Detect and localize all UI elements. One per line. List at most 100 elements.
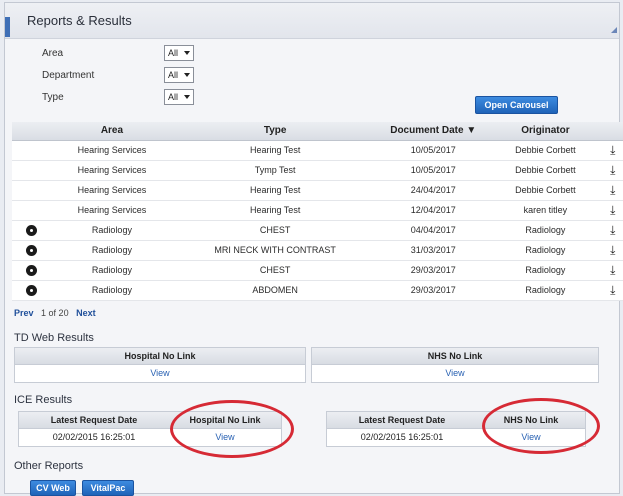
td-nhs-header: NHS No Link xyxy=(312,348,598,365)
area-select-value: All xyxy=(168,48,179,58)
radiation-icon xyxy=(25,224,37,236)
row-originator: karen titley xyxy=(489,200,602,221)
row-icon-cell xyxy=(12,140,51,161)
row-date: 31/03/2017 xyxy=(377,240,490,261)
row-icon-cell xyxy=(12,280,51,301)
row-originator: Radiology xyxy=(489,220,602,241)
row-icon-cell xyxy=(12,220,51,241)
row-originator: Radiology xyxy=(489,280,602,301)
td-hospital-view-link[interactable]: View xyxy=(150,368,169,378)
row-download-cell: ⤓ xyxy=(601,240,623,261)
row-date: 12/04/2017 xyxy=(377,200,490,221)
chevron-down-icon xyxy=(184,95,190,99)
row-originator: Radiology xyxy=(489,240,602,261)
chevron-down-icon xyxy=(184,73,190,77)
row-type: MRI NECK WITH CONTRAST xyxy=(173,240,378,261)
row-originator: Debbie Corbett xyxy=(489,180,602,201)
pager: Prev 1 of 20 Next xyxy=(14,308,101,318)
table-row[interactable]: Radiology CHEST 29/03/2017 Radiology ⤓ xyxy=(12,260,623,281)
table-row[interactable]: Radiology MRI NECK WITH CONTRAST 31/03/201… xyxy=(12,240,623,261)
row-icon-cell xyxy=(12,180,51,201)
chevron-down-icon xyxy=(184,51,190,55)
radiation-icon xyxy=(25,244,37,256)
row-originator: Radiology xyxy=(489,260,602,281)
row-icon-cell xyxy=(12,240,51,261)
prev-link[interactable]: Prev xyxy=(14,308,34,318)
highlight-circle-hospital xyxy=(170,400,294,458)
col-originator[interactable]: Originator xyxy=(489,122,602,141)
row-type: Tymp Test xyxy=(173,160,378,181)
td-nhs-box: NHS No Link View xyxy=(311,347,599,383)
row-download-cell: ⤓ xyxy=(601,160,623,181)
row-icon-cell xyxy=(12,260,51,281)
row-date: 29/03/2017 xyxy=(377,280,490,301)
row-type: CHEST xyxy=(173,220,378,241)
cv-web-button[interactable]: CV Web xyxy=(30,480,76,496)
row-area: Radiology xyxy=(50,220,174,241)
row-type: ABDOMEN xyxy=(173,280,378,301)
results-table: Area Type Document Date ▼ Originator Hea… xyxy=(12,122,623,301)
table-row[interactable]: Hearing Services Hearing Test 10/05/2017 De… xyxy=(12,140,623,161)
radiation-icon xyxy=(25,284,37,296)
radiation-icon xyxy=(25,264,37,276)
row-type: Hearing Test xyxy=(173,140,378,161)
ice-right-date-value: 02/02/2015 16:25:01 xyxy=(360,432,444,442)
download-icon[interactable]: ⤓ xyxy=(610,203,615,217)
area-select[interactable]: All xyxy=(164,45,194,61)
resize-corner-icon[interactable] xyxy=(611,27,617,33)
type-select[interactable]: All xyxy=(164,89,194,105)
page-count: 1 of 20 xyxy=(41,308,69,318)
td-hospital-box: Hospital No Link View xyxy=(14,347,306,383)
download-icon[interactable]: ⤓ xyxy=(610,243,615,257)
department-select[interactable]: All xyxy=(164,67,194,83)
row-type: CHEST xyxy=(173,260,378,281)
download-icon[interactable]: ⤓ xyxy=(610,143,615,157)
td-nhs-view-link[interactable]: View xyxy=(445,368,464,378)
table-row[interactable]: Hearing Services Hearing Test 24/04/2017 De… xyxy=(12,180,623,201)
row-area: Radiology xyxy=(50,280,174,301)
filter-area: Area All xyxy=(40,44,200,64)
row-area: Hearing Services xyxy=(50,200,174,221)
next-link[interactable]: Next xyxy=(76,308,96,318)
filter-area-label: Area xyxy=(42,48,64,59)
download-icon[interactable]: ⤓ xyxy=(610,163,615,177)
row-date: 10/05/2017 xyxy=(377,140,490,161)
panel-title: Reports & Results xyxy=(27,13,132,28)
table-row[interactable]: Radiology CHEST 04/04/2017 Radiology ⤓ xyxy=(12,220,623,241)
row-download-cell: ⤓ xyxy=(601,260,623,281)
row-download-cell: ⤓ xyxy=(601,200,623,221)
filter-type: Type All xyxy=(40,88,200,108)
ice-left-date-header: Latest Request Date xyxy=(50,415,138,425)
row-download-cell: ⤓ xyxy=(601,220,623,241)
row-type: Hearing Test xyxy=(173,200,378,221)
vitalpac-button[interactable]: VitalPac xyxy=(82,480,134,496)
highlight-circle-nhs xyxy=(482,398,600,454)
type-select-value: All xyxy=(168,92,179,102)
table-row[interactable]: Hearing Services Tymp Test 10/05/2017 Debbi… xyxy=(12,160,623,181)
download-icon[interactable]: ⤓ xyxy=(610,263,615,277)
row-area: Hearing Services xyxy=(50,160,174,181)
td-hospital-header: Hospital No Link xyxy=(15,348,305,365)
download-icon[interactable]: ⤓ xyxy=(610,183,615,197)
table-row[interactable]: Radiology ABDOMEN 29/03/2017 Radiology ⤓ xyxy=(12,280,623,301)
download-icon[interactable]: ⤓ xyxy=(610,223,615,237)
row-area: Radiology xyxy=(50,260,174,281)
open-carousel-button[interactable]: Open Carousel xyxy=(475,96,558,114)
col-download xyxy=(601,122,623,141)
row-download-cell: ⤓ xyxy=(601,180,623,201)
row-originator: Debbie Corbett xyxy=(489,140,602,161)
col-type[interactable]: Type xyxy=(173,122,378,141)
col-date[interactable]: Document Date ▼ xyxy=(377,122,490,141)
download-icon[interactable]: ⤓ xyxy=(610,283,615,297)
col-area[interactable]: Area xyxy=(50,122,174,141)
row-area: Radiology xyxy=(50,240,174,261)
ice-right-date-header: Latest Request Date xyxy=(358,415,446,425)
row-area: Hearing Services xyxy=(50,180,174,201)
ice-left-date-value: 02/02/2015 16:25:01 xyxy=(52,432,136,442)
panel-header: Reports & Results xyxy=(5,3,619,39)
department-select-value: All xyxy=(168,70,179,80)
filter-department: Department All xyxy=(40,66,200,86)
table-row[interactable]: Hearing Services Hearing Test 12/04/2017 ka… xyxy=(12,200,623,221)
filter-type-label: Type xyxy=(42,92,64,103)
row-date: 10/05/2017 xyxy=(377,160,490,181)
